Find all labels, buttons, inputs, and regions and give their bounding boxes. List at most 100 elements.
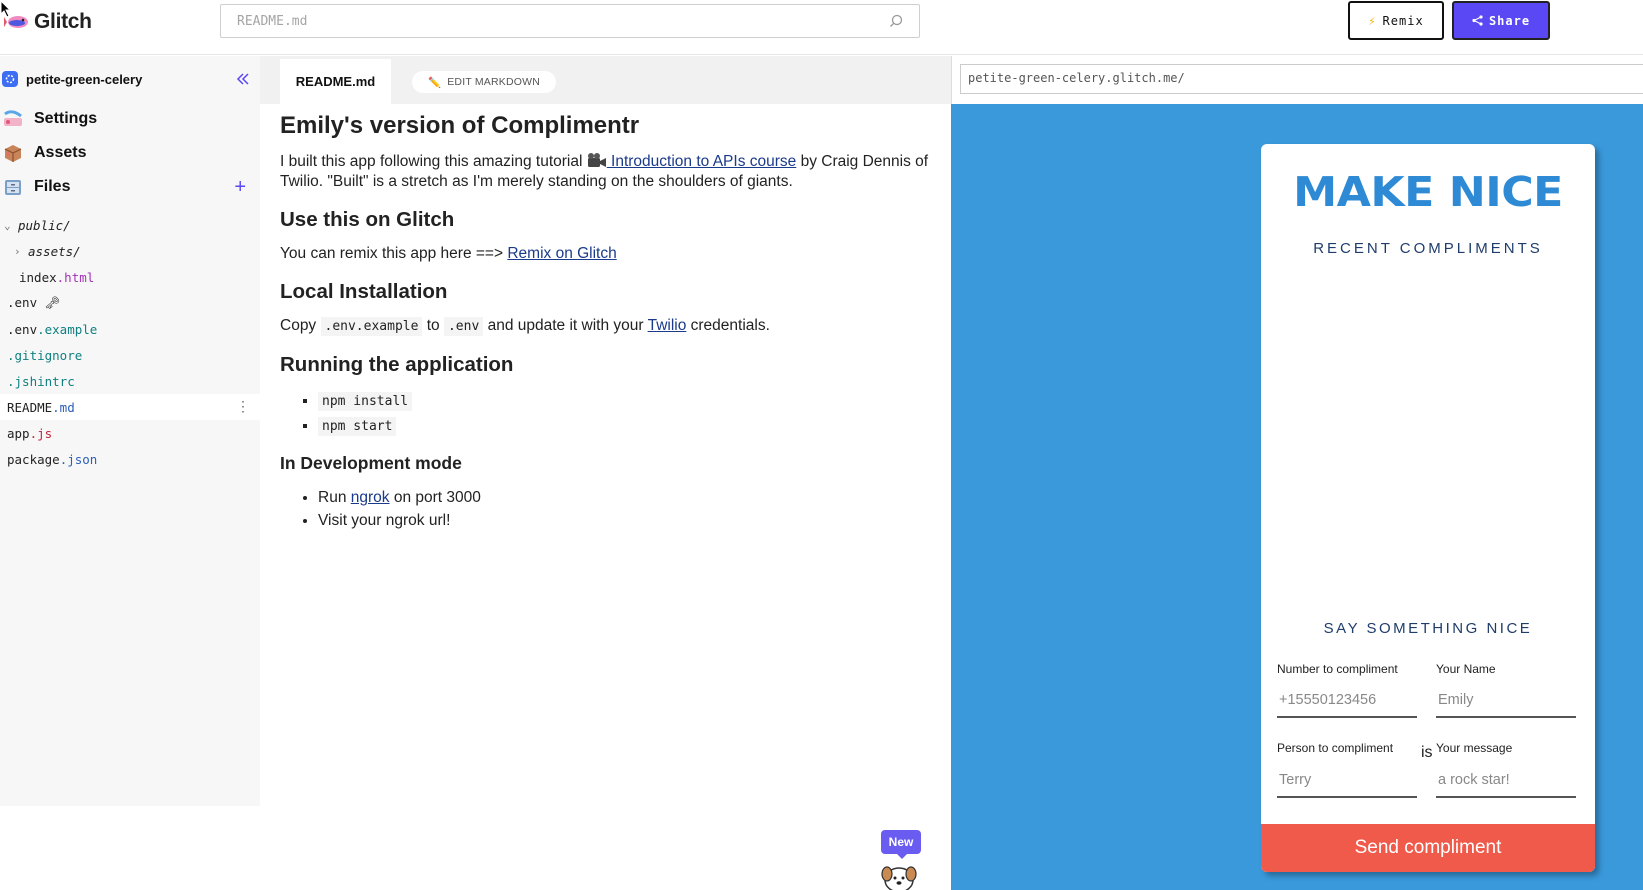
logo-text: Glitch xyxy=(34,10,92,33)
local-text: to xyxy=(422,317,444,334)
sidebar-item-settings[interactable]: Settings xyxy=(0,102,260,136)
movie-camera-icon xyxy=(587,153,606,167)
chevron-right-icon[interactable]: › xyxy=(14,245,24,258)
top-bar: Glitch ⚡ Remix Share xyxy=(0,0,1643,55)
project-header[interactable]: petite-green-celery xyxy=(0,56,260,102)
person-label: Person to compliment xyxy=(1277,741,1394,755)
file-item-app-js[interactable]: app.js xyxy=(0,420,260,446)
glitch-fish-icon xyxy=(4,16,28,28)
inline-code: .env.example xyxy=(320,317,423,336)
file-item-readme-md[interactable]: README.md ⋮ xyxy=(0,394,260,420)
name-label: Your Name xyxy=(1436,662,1496,676)
list-item: npm start xyxy=(318,414,930,439)
assets-box-icon xyxy=(4,145,22,162)
remix-link[interactable]: Remix on Glitch xyxy=(507,245,616,262)
sidebar-item-assets[interactable]: Assets xyxy=(0,136,260,170)
heading-local-install: Local Installation xyxy=(280,280,448,303)
file-item-index-html[interactable]: index.html xyxy=(0,264,260,290)
is-label: is xyxy=(1421,744,1433,761)
project-name[interactable]: petite-green-celery xyxy=(26,72,236,87)
collapse-sidebar-icon[interactable] xyxy=(236,72,250,86)
number-field[interactable] xyxy=(1277,684,1417,718)
edit-markdown-label: EDIT MARKDOWN xyxy=(447,76,541,88)
dog-mascot-icon[interactable] xyxy=(880,858,918,890)
file-name: .env xyxy=(7,295,38,310)
twilio-link[interactable]: Twilio xyxy=(648,317,687,334)
glitch-logo[interactable]: Glitch xyxy=(4,8,92,36)
sidebar-item-label: Settings xyxy=(34,110,98,127)
file-extension: .example xyxy=(37,321,98,337)
search-box[interactable] xyxy=(220,4,920,38)
file-item-jshintrc[interactable]: .jshintrc xyxy=(0,368,260,394)
heading-dev-mode: In Development mode xyxy=(280,453,462,473)
file-name: package xyxy=(7,451,60,467)
sidebar-item-label: Assets xyxy=(34,144,87,161)
ngrok-link[interactable]: ngrok xyxy=(351,489,390,506)
message-label: Your message xyxy=(1436,741,1513,755)
kebab-menu-icon[interactable]: ⋮ xyxy=(236,399,250,415)
share-button[interactable]: Share xyxy=(1452,1,1550,40)
readme-intro: I built this app following this amazing … xyxy=(280,152,930,192)
preview-url-field[interactable]: petite-green-celery.glitch.me/ xyxy=(960,64,1643,94)
dev-list: Run ngrok on port 3000 Visit your ngrok … xyxy=(318,486,930,532)
sidebar-item-files[interactable]: Files + xyxy=(0,170,260,204)
local-text: Copy xyxy=(280,317,321,334)
share-icon xyxy=(1472,15,1483,26)
key-icon: 🗝 xyxy=(44,295,61,310)
message-field[interactable] xyxy=(1436,764,1576,798)
file-name: assets/ xyxy=(28,243,81,259)
settings-emoji-icon xyxy=(4,110,22,126)
compliment-card: MAKE NICE RECENT COMPLIMENTS SAY SOMETHI… xyxy=(1261,144,1595,872)
inline-code: npm install xyxy=(318,392,413,411)
file-tree: ⌄ public/ › assets/ index.html .env 🗝 .e… xyxy=(0,212,260,472)
recent-compliments-heading: RECENT COMPLIMENTS xyxy=(1313,240,1543,257)
file-name: public/ xyxy=(18,217,71,233)
sidebar-item-label: Files xyxy=(34,178,71,195)
number-label: Number to compliment xyxy=(1277,662,1398,676)
file-item-assets[interactable]: › assets/ xyxy=(0,238,260,264)
heading-use-glitch: Use this on Glitch xyxy=(280,208,455,231)
use-paragraph: You can remix this app here ==> Remix on… xyxy=(280,244,930,264)
send-compliment-button[interactable]: Send compliment xyxy=(1261,824,1595,872)
tab-readme[interactable]: README.md xyxy=(280,59,391,104)
file-extension: .html xyxy=(56,269,95,285)
file-extension: .gitignore xyxy=(7,347,83,363)
remix-button[interactable]: ⚡ Remix xyxy=(1348,1,1444,40)
pencil-icon: ✏️ xyxy=(427,76,442,89)
file-extension: .js xyxy=(29,425,53,441)
file-item-package-json[interactable]: package.json xyxy=(0,446,260,472)
file-name: README xyxy=(7,399,53,415)
file-extension: .jshintrc xyxy=(7,373,75,389)
file-item-gitignore[interactable]: .gitignore xyxy=(0,342,260,368)
search-input[interactable] xyxy=(237,13,889,29)
file-item-public[interactable]: ⌄ public/ xyxy=(0,212,260,238)
preview-url-bar: petite-green-celery.glitch.me/ xyxy=(951,56,1643,104)
list-item: npm install xyxy=(318,389,930,414)
chevron-down-icon[interactable]: ⌄ xyxy=(4,219,14,232)
app-preview: MAKE NICE RECENT COMPLIMENTS SAY SOMETHI… xyxy=(951,104,1643,890)
heading-running: Running the application xyxy=(280,353,514,376)
add-file-icon[interactable]: + xyxy=(234,177,246,197)
inline-code: .env xyxy=(443,317,484,336)
new-badge[interactable]: New xyxy=(881,830,921,859)
project-avatar-icon xyxy=(2,71,18,87)
lightning-icon: ⚡ xyxy=(1368,13,1377,28)
remix-label: Remix xyxy=(1382,13,1424,28)
use-text: You can remix this app here ==> xyxy=(280,245,508,262)
share-label: Share xyxy=(1488,13,1531,28)
local-text: credentials. xyxy=(686,317,770,334)
name-field[interactable] xyxy=(1436,684,1576,718)
list-item: Visit your ngrok url! xyxy=(318,509,930,532)
file-item-env-example[interactable]: .env.example xyxy=(0,316,260,342)
edit-markdown-button[interactable]: ✏️ EDIT MARKDOWN xyxy=(412,71,556,93)
inline-code: npm start xyxy=(318,417,397,436)
intro-link[interactable]: Introduction to APIs course xyxy=(607,153,796,170)
local-paragraph: Copy .env.example to .env and update it … xyxy=(280,316,930,337)
sidebar: petite-green-celery Settings Assets File… xyxy=(0,56,260,806)
local-text: and update it with your xyxy=(483,317,648,334)
file-extension: .json xyxy=(59,451,98,467)
file-item-env[interactable]: .env 🗝 xyxy=(0,290,260,316)
person-field[interactable] xyxy=(1277,764,1417,798)
search-icon[interactable] xyxy=(889,14,903,28)
file-name: index xyxy=(19,269,57,285)
